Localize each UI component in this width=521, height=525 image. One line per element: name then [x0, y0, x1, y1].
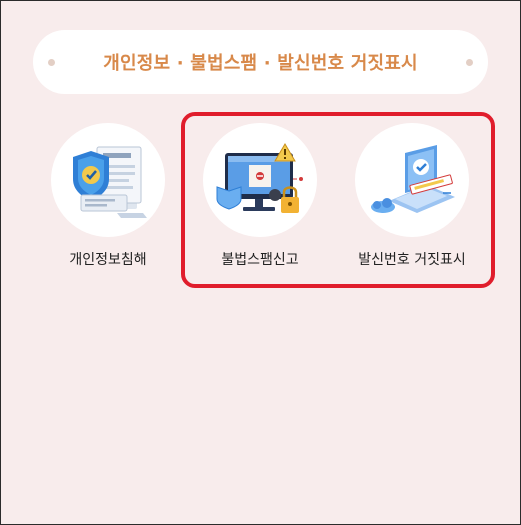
category-banner: 개인정보 · 불법스팸 · 발신번호 거짓표시 — [33, 30, 488, 94]
spam-icon-circle — [203, 123, 317, 237]
page-frame: 개인정보 · 불법스팸 · 발신번호 거짓표시 개인정보침해 불법스팸신고 발신… — [0, 0, 521, 525]
banner-dot-right — [466, 59, 473, 66]
menu-item-privacy-violation[interactable]: 개인정보침해 — [33, 123, 183, 269]
menu-item-caller-id-spoofing[interactable]: 발신번호 거짓표시 — [337, 123, 487, 269]
menu-item-label: 불법스팸신고 — [221, 252, 299, 268]
menu-item-label: 개인정보침해 — [69, 252, 147, 268]
banner-title: 개인정보 · 불법스팸 · 발신번호 거짓표시 — [103, 53, 418, 74]
menu-item-label: 발신번호 거짓표시 — [358, 252, 466, 268]
menu-item-illegal-spam[interactable]: 불법스팸신고 — [185, 123, 335, 269]
shield-document-icon — [73, 146, 147, 218]
laptop-fake-call-icon — [371, 145, 455, 213]
privacy-icon-circle — [51, 123, 165, 237]
banner-dot-left — [48, 59, 55, 66]
monitor-warning-lock-icon — [216, 143, 303, 213]
caller-icon-circle — [355, 123, 469, 237]
